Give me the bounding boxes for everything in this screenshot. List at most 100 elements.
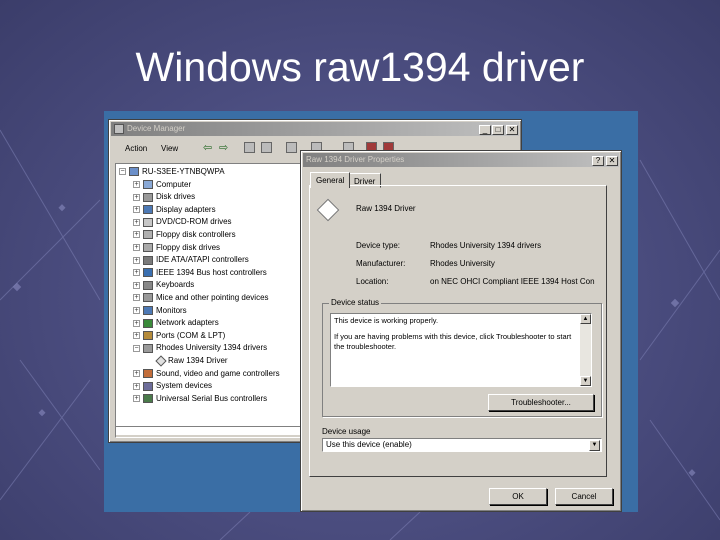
tree-item[interactable]: + Disk drives — [133, 191, 195, 203]
tree-item-label: System devices — [156, 381, 213, 391]
computer-root-icon — [129, 167, 139, 177]
tree-item-label: Network adapters — [156, 318, 219, 328]
properties-titlebar[interactable]: Raw 1394 Driver Properties ? ✕ — [303, 153, 619, 167]
tree-item[interactable]: + Floppy disk drives — [133, 242, 220, 254]
port-icon — [143, 331, 153, 341]
properties-title: Raw 1394 Driver Properties — [306, 155, 405, 164]
scroll-up-icon[interactable]: ▲ — [580, 314, 591, 324]
help-button[interactable]: ? — [592, 156, 604, 166]
expand-toggle-icon[interactable]: + — [133, 206, 140, 214]
expand-toggle-icon[interactable]: + — [133, 395, 140, 403]
tree-item-label: Floppy disk drives — [156, 242, 221, 252]
cdrom-icon — [143, 217, 153, 227]
status-scrollbar[interactable]: ▲ ▼ — [580, 314, 591, 386]
tree-item-label: DVD/CD-ROM drives — [156, 217, 232, 227]
troubleshooter-button[interactable]: Troubleshooter... — [488, 394, 594, 411]
tree-item-label: Ports (COM & LPT) — [156, 330, 226, 340]
expand-toggle-icon[interactable]: + — [133, 369, 140, 377]
tree-item-label: Monitors — [156, 305, 187, 315]
tree-item[interactable]: + Floppy disk controllers — [133, 229, 236, 241]
tree-item[interactable]: + Keyboards — [133, 279, 194, 291]
tree-item-label: Keyboards — [156, 280, 195, 290]
device-manager-title: Device Manager — [127, 124, 186, 133]
tree-item[interactable]: + IDE ATA/ATAPI controllers — [133, 254, 249, 266]
tree-item[interactable]: + System devices — [133, 380, 212, 392]
device-usage-value: Use this device (enable) — [326, 440, 412, 449]
tree-item-label: IDE ATA/ATAPI controllers — [156, 255, 249, 265]
tree-item[interactable]: + Mice and other pointing devices — [133, 292, 269, 304]
status-bar — [115, 426, 307, 438]
tree-item[interactable]: + Sound, video and game controllers — [133, 368, 280, 380]
tab-general[interactable]: General — [310, 172, 351, 188]
chevron-down-icon[interactable]: ▼ — [589, 440, 600, 451]
close-button[interactable]: ✕ — [506, 125, 518, 135]
raw-driver-icon — [155, 355, 167, 367]
device-status-textbox[interactable]: This device is working properly. If you … — [330, 313, 592, 387]
expand-toggle-icon[interactable]: + — [133, 281, 140, 289]
tree-item[interactable]: + DVD/CD-ROM drives — [133, 216, 232, 228]
properties-tool-icon[interactable] — [261, 142, 272, 153]
expand-toggle-icon[interactable]: − — [119, 168, 126, 176]
menu-view[interactable]: View — [161, 144, 178, 153]
expand-toggle-icon[interactable]: + — [133, 332, 140, 340]
tree-item[interactable]: + Computer — [133, 179, 191, 191]
forward-icon[interactable]: ⇨ — [219, 141, 228, 154]
expand-toggle-icon[interactable]: + — [133, 294, 140, 302]
expand-toggle-icon[interactable]: + — [133, 269, 140, 277]
status-text-working: This device is working properly. — [334, 316, 439, 325]
menu-action[interactable]: Action — [125, 144, 147, 153]
tree-item-label: Sound, video and game controllers — [156, 368, 280, 378]
ieee1394-icon — [143, 268, 153, 278]
expand-toggle-icon[interactable]: + — [133, 306, 140, 314]
expand-toggle-icon[interactable]: + — [133, 319, 140, 327]
minimize-button[interactable]: _ — [479, 125, 491, 135]
computer-icon — [143, 179, 153, 189]
tree-item[interactable]: + Universal Serial Bus controllers — [133, 393, 267, 405]
dialog-close-button[interactable]: ✕ — [606, 156, 618, 166]
tree-item[interactable]: + IEEE 1394 Bus host controllers — [133, 267, 267, 279]
tree-item[interactable]: − RU-S3EE-YTNBQWPA — [119, 166, 225, 178]
expand-toggle-icon[interactable]: + — [133, 231, 140, 239]
expand-toggle-icon[interactable]: + — [133, 382, 140, 390]
expand-toggle-icon[interactable]: + — [133, 256, 140, 264]
device-manager-titlebar[interactable]: Device Manager _ □ ✕ — [111, 122, 519, 136]
floppy-drive-icon — [143, 242, 153, 252]
scroll-down-icon[interactable]: ▼ — [580, 376, 591, 386]
tree-item-label: Disk drives — [156, 192, 196, 202]
tree-item[interactable]: − Rhodes University 1394 drivers — [133, 342, 267, 354]
manufacturer-value: Rhodes University — [430, 259, 495, 268]
keyboard-icon — [143, 280, 153, 290]
slide-background: Windows raw1394 driver Device Manager _ … — [0, 0, 720, 540]
maximize-button[interactable]: □ — [492, 125, 504, 135]
tree-item-label: Computer — [156, 179, 192, 189]
ide-controller-icon — [143, 255, 153, 265]
expand-toggle-icon[interactable]: + — [133, 193, 140, 201]
tree-item-label: Rhodes University 1394 drivers — [156, 343, 268, 353]
device-status-label: Device status — [329, 298, 382, 307]
tree-item[interactable]: + Network adapters — [133, 317, 219, 329]
expand-toggle-icon[interactable]: + — [133, 180, 140, 188]
tree-item[interactable]: + Monitors — [133, 305, 187, 317]
tree-item-label: Display adapters — [156, 204, 216, 214]
display-adapter-icon — [143, 205, 153, 215]
tree-item[interactable]: + Display adapters — [133, 204, 216, 216]
ok-button[interactable]: OK — [489, 488, 547, 505]
location-value: on NEC OHCI Compliant IEEE 1394 Host Con — [430, 277, 595, 286]
device-status-group: Device status This device is working pro… — [322, 298, 602, 417]
tree-item[interactable]: + Ports (COM & LPT) — [133, 330, 225, 342]
expand-toggle-icon[interactable]: + — [133, 218, 140, 226]
expand-toggle-icon[interactable]: + — [133, 243, 140, 251]
device-type-value: Rhodes University 1394 drivers — [430, 241, 542, 250]
print-tool-icon[interactable] — [286, 142, 297, 153]
expand-toggle-icon[interactable]: − — [133, 344, 140, 352]
tree-item-label: Floppy disk controllers — [156, 230, 236, 239]
device-tree: − RU-S3EE-YTNBQWPA + Computer + Disk drives + D… — [115, 163, 307, 435]
computer-tool-icon[interactable] — [244, 142, 255, 153]
back-icon[interactable]: ⇦ — [203, 141, 212, 154]
system-devices-icon — [143, 381, 153, 391]
tree-item-label: Raw 1394 Driver — [168, 356, 228, 365]
device-icon — [316, 198, 340, 222]
cancel-button[interactable]: Cancel — [555, 488, 613, 505]
device-usage-select[interactable]: Use this device (enable) ▼ — [322, 438, 602, 452]
tree-item[interactable]: Raw 1394 Driver — [147, 355, 228, 367]
